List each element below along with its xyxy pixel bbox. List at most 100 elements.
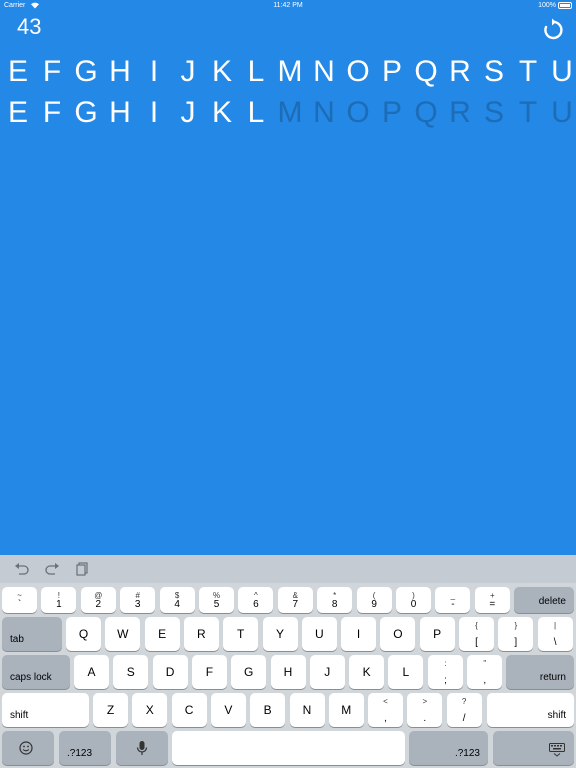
caps-lock-key[interactable]: caps lock (2, 655, 70, 689)
key-label: = (489, 599, 496, 610)
key-j[interactable]: J (309, 655, 345, 689)
key-e[interactable]: E (144, 617, 180, 651)
shift-right-key[interactable]: shift (487, 693, 574, 727)
target-letters-row: EFGHIJKLMNOPQRSTU (0, 55, 576, 89)
key-z[interactable]: Z (93, 693, 128, 727)
shift-left-key[interactable]: shift (2, 693, 89, 727)
shortcut-bar (0, 555, 576, 583)
key-label: / (462, 713, 466, 724)
key-label: .?123 (454, 748, 480, 759)
key-9[interactable]: (9 (356, 587, 392, 613)
key-label: R (197, 627, 206, 641)
key-punct-row4-2[interactable]: ? / (446, 693, 482, 727)
dictation-key[interactable] (116, 731, 168, 765)
letter-n: N (313, 55, 335, 88)
key-p[interactable]: P (419, 617, 455, 651)
typed-letters-row: EFGHIJKLMNOPQRSTU (0, 96, 576, 130)
key-symbol-1[interactable]: }] (498, 617, 534, 651)
numbers-left-key[interactable]: .?123 (59, 731, 111, 765)
key-label: 1 (56, 599, 62, 610)
key-i[interactable]: I (341, 617, 377, 651)
key-label: S (126, 665, 135, 679)
status-bar: Carrier 11:42 PM 100% (0, 0, 576, 12)
key-q[interactable]: Q (66, 617, 101, 651)
letter-r: R (449, 96, 471, 129)
key-punct-row4-1[interactable]: >. (407, 693, 443, 727)
key-label: W (117, 627, 129, 641)
key-r[interactable]: R (183, 617, 219, 651)
tab-key[interactable]: tab (2, 617, 62, 651)
key-label: H (283, 665, 293, 679)
key-label: A (87, 665, 96, 679)
key-v[interactable]: V (210, 693, 246, 727)
letter-i: I (149, 55, 159, 88)
return-key[interactable]: return (506, 655, 574, 689)
key-punct-1[interactable]: ", (467, 655, 503, 689)
letter-r: R (449, 55, 471, 88)
key-label: return (539, 672, 566, 683)
key--[interactable]: _ - (435, 587, 471, 613)
battery-percent: 100% (538, 2, 556, 9)
key-d[interactable]: D (152, 655, 188, 689)
key-m[interactable]: M (328, 693, 364, 727)
key-label: O (393, 627, 403, 641)
key-label: V (224, 703, 233, 717)
key-n[interactable]: N (289, 693, 325, 727)
key-s[interactable]: S (113, 655, 149, 689)
key-punct-0[interactable]: :; (428, 655, 463, 689)
letter-p: P (381, 96, 402, 129)
status-time: 11:42 PM (273, 2, 303, 9)
key-7[interactable]: & 7 (277, 587, 313, 613)
key-label: 8 (331, 599, 338, 610)
key-=[interactable]: + = (474, 587, 510, 613)
key-g[interactable]: G (231, 655, 267, 689)
key-h[interactable]: H (270, 655, 306, 689)
key-1[interactable]: ! 1 (41, 587, 77, 613)
key-a[interactable]: A (74, 655, 109, 689)
key-label: . (423, 713, 427, 724)
key-y[interactable]: Y (262, 617, 298, 651)
key-8[interactable]: * 8 (317, 587, 353, 613)
numbers-right-key[interactable]: .?123 (409, 731, 488, 765)
key-label: caps lock (10, 672, 52, 683)
key-t[interactable]: T (223, 617, 259, 651)
key-3[interactable]: #3 (120, 587, 156, 613)
key-6[interactable]: ^ 6 (238, 587, 274, 613)
emoji-icon (19, 741, 33, 755)
key-label: \ (553, 637, 557, 648)
emoji-key[interactable] (2, 731, 54, 765)
key-label: , (483, 675, 487, 686)
key-k[interactable]: K (349, 655, 385, 689)
letter-f: F (42, 96, 62, 129)
key-label: ] (514, 637, 518, 648)
space-bar[interactable] (172, 731, 405, 765)
redo-icon[interactable] (44, 562, 60, 576)
key-label: - (451, 599, 455, 610)
key-5[interactable]: % 5 (199, 587, 234, 613)
key-b[interactable]: B (250, 693, 286, 727)
key-backtick[interactable]: ~ ` (2, 587, 37, 613)
key-symbol-2[interactable]: | \ (537, 617, 573, 651)
key-w[interactable]: W (105, 617, 141, 651)
delete-key[interactable]: delete (514, 587, 574, 613)
key-0[interactable]: ) 0 (396, 587, 431, 613)
reset-icon[interactable] (541, 18, 565, 42)
key-2[interactable]: @2 (80, 587, 116, 613)
paste-icon[interactable] (75, 562, 91, 576)
undo-icon[interactable] (14, 562, 30, 576)
key-label: 4 (174, 599, 180, 610)
key-f[interactable]: F (191, 655, 227, 689)
hide-keyboard-key[interactable] (493, 731, 574, 765)
letter-g: G (74, 55, 98, 88)
key-c[interactable]: C (171, 693, 207, 727)
key-symbol-0[interactable]: {[ (459, 617, 494, 651)
key-4[interactable]: $4 (159, 587, 195, 613)
key-punct-row4-0[interactable]: <, (368, 693, 403, 727)
key-l[interactable]: L (388, 655, 424, 689)
key-label: 5 (213, 599, 220, 610)
key-label: E (158, 627, 167, 641)
key-x[interactable]: X (132, 693, 168, 727)
key-o[interactable]: O (380, 617, 416, 651)
key-u[interactable]: U (301, 617, 337, 651)
key-label: shift (10, 710, 29, 721)
